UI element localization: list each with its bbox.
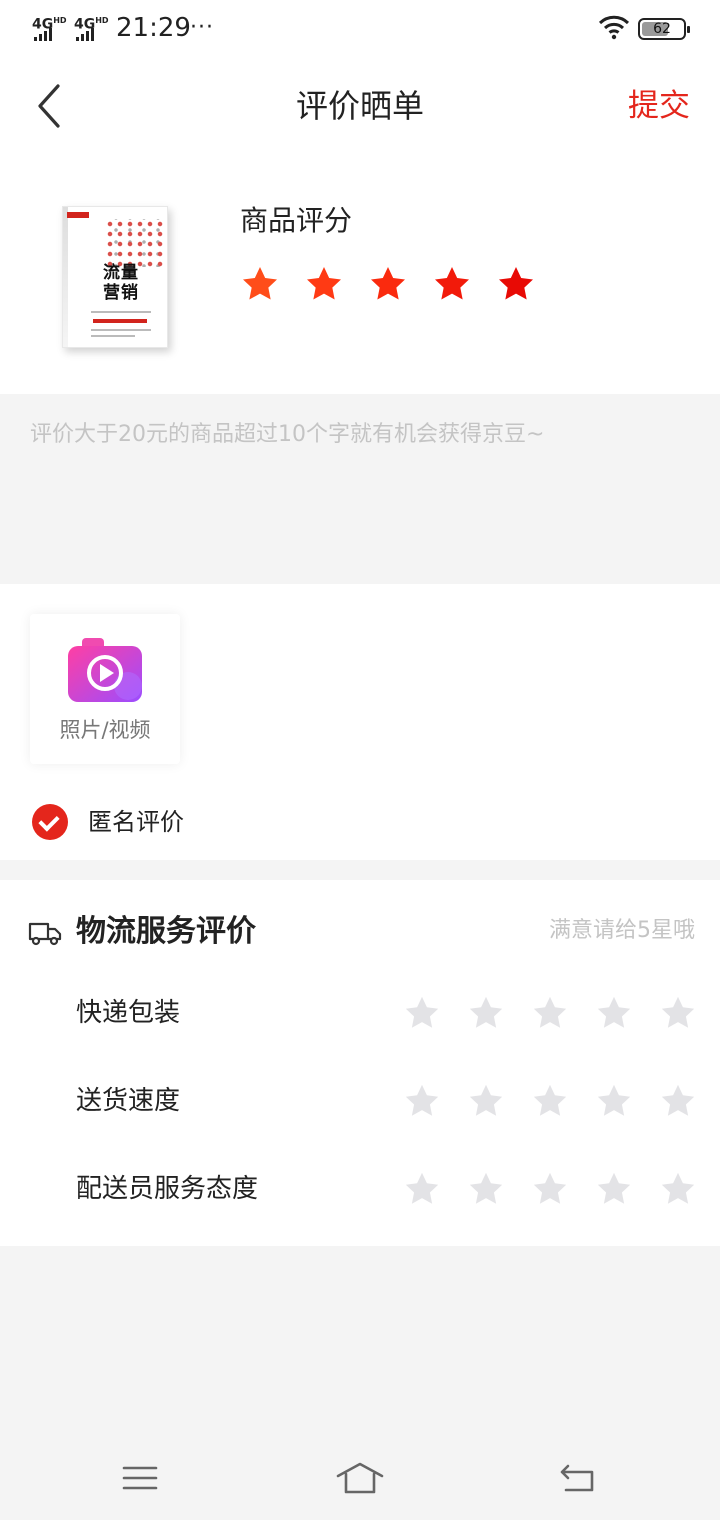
star-icon[interactable] bbox=[467, 1082, 505, 1120]
logistics-row-courier: 配送员服务态度 bbox=[0, 1164, 720, 1214]
star-icon[interactable] bbox=[595, 1170, 633, 1208]
logistics-row-label: 配送员服务态度 bbox=[76, 1174, 259, 1204]
logistics-stars bbox=[403, 1082, 697, 1120]
logistics-row-label: 送货速度 bbox=[76, 1086, 181, 1116]
star-icon[interactable] bbox=[595, 1082, 633, 1120]
truck-icon bbox=[28, 922, 62, 946]
logistics-title: 物流服务评价 bbox=[76, 914, 256, 949]
status-more-indicator: ··· bbox=[190, 15, 214, 40]
star-icon[interactable] bbox=[403, 1082, 441, 1120]
logistics-row-label: 快递包装 bbox=[76, 998, 181, 1028]
star-icon[interactable] bbox=[403, 994, 441, 1032]
product-rating-label: 商品评分 bbox=[240, 204, 353, 237]
logistics-stars bbox=[403, 994, 697, 1032]
anonymous-checkbox[interactable]: 匿名评价 bbox=[32, 804, 184, 840]
checkmark-icon bbox=[32, 804, 68, 840]
product-rating-stars bbox=[240, 264, 536, 304]
product-image: 流量营销 bbox=[62, 206, 168, 348]
product-rating-section: 流量营销 商品评分 bbox=[0, 156, 720, 394]
comment-area bbox=[0, 394, 720, 584]
media-section: 照片/视频 匿名评价 bbox=[0, 584, 720, 860]
video-camera-icon bbox=[68, 638, 142, 702]
status-time: 21:29 bbox=[116, 13, 191, 43]
star-icon[interactable] bbox=[595, 994, 633, 1032]
star-icon[interactable] bbox=[659, 994, 697, 1032]
star-icon[interactable] bbox=[659, 1170, 697, 1208]
network-hd-2: HD bbox=[95, 16, 109, 25]
system-nav-bar bbox=[0, 1440, 720, 1520]
star-icon[interactable] bbox=[659, 1082, 697, 1120]
return-icon[interactable] bbox=[558, 1458, 598, 1498]
menu-icon[interactable] bbox=[122, 1458, 158, 1498]
star-icon[interactable] bbox=[368, 264, 408, 304]
signal-bars-1-icon bbox=[34, 28, 52, 41]
star-icon[interactable] bbox=[496, 264, 536, 304]
submit-button[interactable]: 提交 bbox=[628, 84, 690, 128]
signal-bars-2-icon bbox=[76, 28, 94, 41]
logistics-row-packaging: 快递包装 bbox=[0, 988, 720, 1038]
comment-input[interactable] bbox=[0, 394, 720, 584]
star-icon[interactable] bbox=[531, 1082, 569, 1120]
wifi-icon bbox=[598, 15, 630, 40]
battery-icon: 62 bbox=[638, 18, 690, 40]
star-icon[interactable] bbox=[467, 994, 505, 1032]
status-bar: 4GHD 4GHD 21:29 ··· 62 bbox=[0, 0, 720, 56]
network-hd-1: HD bbox=[53, 16, 67, 25]
home-icon[interactable] bbox=[334, 1458, 386, 1498]
logistics-rating-section: 物流服务评价 满意请给5星哦 快递包装 送货速度 配送员服务态度 bbox=[0, 880, 720, 1246]
anonymous-label: 匿名评价 bbox=[88, 808, 184, 836]
page-title: 评价晒单 bbox=[295, 87, 424, 125]
star-icon[interactable] bbox=[403, 1170, 441, 1208]
logistics-stars bbox=[403, 1170, 697, 1208]
battery-level: 62 bbox=[653, 21, 671, 37]
star-icon[interactable] bbox=[467, 1170, 505, 1208]
star-icon[interactable] bbox=[531, 1170, 569, 1208]
star-icon[interactable] bbox=[432, 264, 472, 304]
logistics-hint: 满意请给5星哦 bbox=[549, 918, 695, 943]
star-icon[interactable] bbox=[531, 994, 569, 1032]
star-icon[interactable] bbox=[304, 264, 344, 304]
upload-photo-video-button[interactable]: 照片/视频 bbox=[30, 614, 180, 764]
star-icon[interactable] bbox=[240, 264, 280, 304]
logistics-row-speed: 送货速度 bbox=[0, 1076, 720, 1126]
header: 评价晒单 提交 bbox=[0, 56, 720, 156]
product-cover-title: 流量营销 bbox=[103, 263, 139, 303]
upload-label: 照片/视频 bbox=[59, 718, 151, 742]
